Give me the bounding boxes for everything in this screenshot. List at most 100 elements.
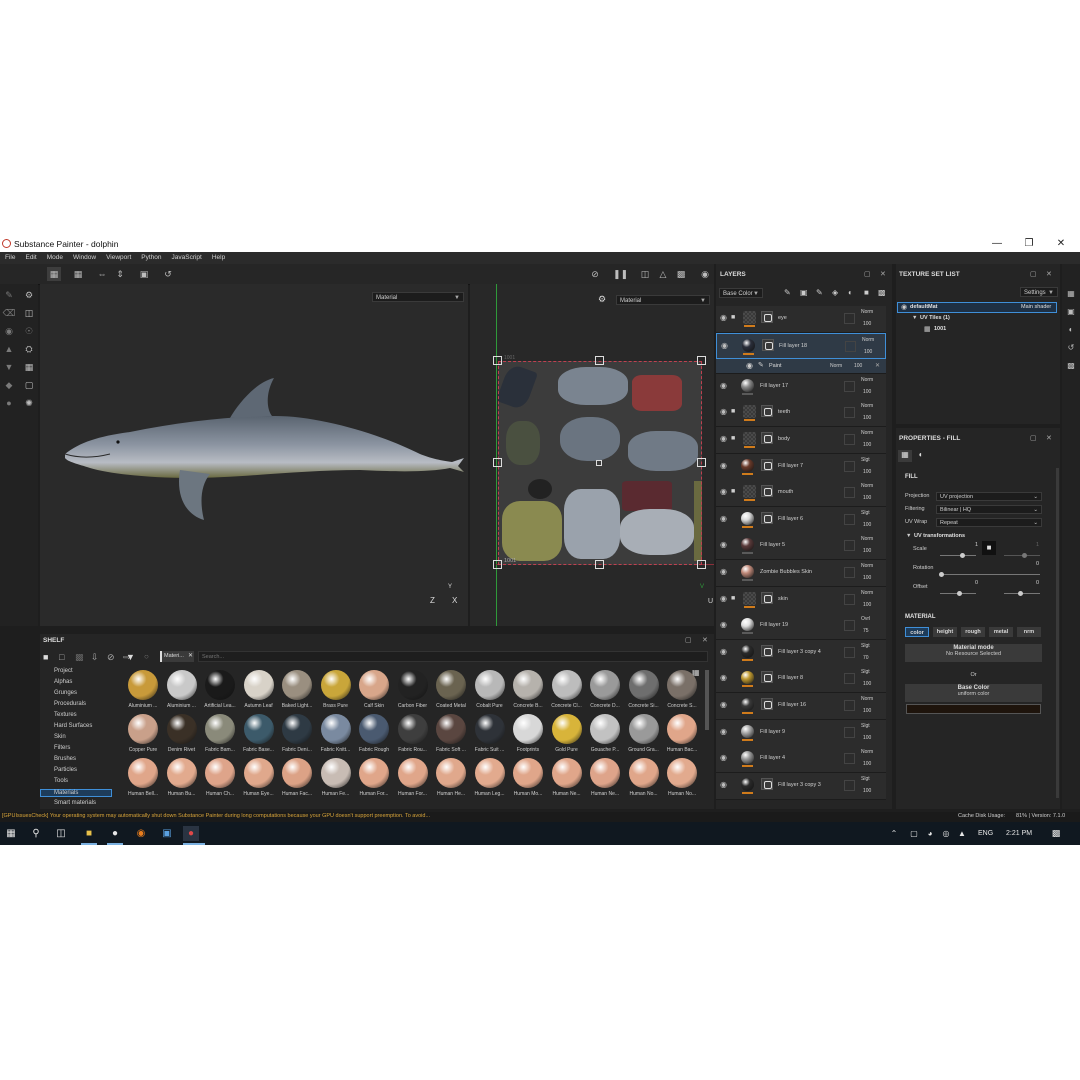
material-thumbnail[interactable]: Fabric Knitt...	[317, 714, 355, 758]
file-explorer-icon[interactable]: ■	[81, 826, 97, 841]
transform-handle[interactable]	[595, 560, 604, 569]
visibility-eye-icon[interactable]: ◉	[720, 434, 727, 443]
visibility-eye-icon[interactable]: ◉	[720, 461, 727, 470]
display-settings-icon[interactable]: ◐	[1065, 324, 1077, 336]
windows-start-icon[interactable]: ▦	[3, 826, 19, 841]
folder-icon[interactable]: ■	[731, 595, 735, 602]
material-thumbnail[interactable]: Fabric Rou...	[394, 714, 432, 758]
shelf-category-item[interactable]: Particles	[54, 767, 77, 773]
transform-handle[interactable]	[493, 458, 502, 467]
shelf-category-item[interactable]: Textures	[54, 712, 77, 718]
material-thumbnail[interactable]: Artificial Lea...	[201, 670, 239, 714]
mirror-y-icon[interactable]: ⇕	[113, 267, 127, 281]
layer-opacity[interactable]: 100	[863, 442, 871, 448]
layer-select-box[interactable]	[844, 567, 855, 578]
material-thumbnail[interactable]: Human Mo...	[509, 758, 547, 802]
menu-mode[interactable]: Mode	[47, 252, 63, 264]
layer-blend-mode[interactable]: Slgt	[861, 723, 870, 729]
layer-row[interactable]: ◉ ✎ Paint Norm 100 ✕	[716, 359, 886, 375]
visibility-eye-icon[interactable]: ◉	[720, 514, 727, 523]
material-thumbnail[interactable]: Denim Rivet	[163, 714, 201, 758]
layer-blend-mode[interactable]: Norm	[861, 403, 873, 409]
search-icon[interactable]: ⚲	[28, 826, 44, 841]
shelf-category-item[interactable]: Procedurals	[54, 701, 86, 707]
material-thumbnail[interactable]: Human Bac...	[663, 714, 701, 758]
material-thumbnail[interactable]: Fabric Soft ...	[432, 714, 470, 758]
folder-icon[interactable]: ■	[43, 652, 48, 662]
material-thumbnail[interactable]: Human No...	[663, 758, 701, 802]
tray-volume-icon[interactable]: ▲	[954, 826, 970, 841]
material-thumbnail[interactable]: Human Bell...	[124, 758, 162, 802]
expand-chevron-icon[interactable]: ▼	[912, 315, 917, 321]
layer-blend-mode[interactable]: Norm	[861, 430, 873, 436]
layer-blend-mode[interactable]: Slgt	[861, 776, 870, 782]
tray-chevron-icon[interactable]: ⌃	[886, 826, 902, 841]
material-thumbnail[interactable]: Aluminium ...	[163, 670, 201, 714]
scale-slider-a[interactable]	[940, 555, 976, 556]
viewport3d-channel-select[interactable]: Material ▼	[372, 292, 464, 302]
material-thumbnail[interactable]: Human For...	[394, 758, 432, 802]
visibility-eye-icon[interactable]: ◉	[721, 341, 728, 350]
layer-row[interactable]: ◉ Fill layer 7 Slgt 100	[716, 453, 886, 481]
undock-icon[interactable]: ▢	[1030, 434, 1037, 442]
layer-opacity[interactable]: 100	[863, 548, 871, 554]
remove-effect-icon[interactable]: ✕	[875, 362, 880, 369]
material-thumbnail[interactable]: Human No...	[625, 758, 663, 802]
visibility-eye-icon[interactable]: ◉	[720, 727, 727, 736]
layer-mask-thumbnail[interactable]	[761, 405, 773, 418]
minimize-icon[interactable]: —	[988, 237, 1006, 251]
rotation-knob[interactable]	[939, 572, 944, 577]
layout-single-icon[interactable]: ▦	[47, 267, 61, 281]
layer-blend-mode[interactable]: Slgt	[861, 510, 870, 516]
camera-icon[interactable]: ▩	[674, 267, 688, 281]
channel-metal-chip[interactable]: metal	[989, 627, 1013, 637]
layer-mask-thumbnail[interactable]	[761, 432, 773, 444]
layer-blend-mode[interactable]: Slgt	[861, 669, 870, 675]
menu-javascript[interactable]: JavaScript	[172, 252, 202, 264]
visibility-eye-icon[interactable]: ◉	[720, 780, 727, 789]
layer-select-box[interactable]	[844, 380, 855, 392]
layer-row[interactable]: ◉ Fill layer 16 Norm 100	[716, 693, 886, 720]
material-thumbnail[interactable]: Gouache P...	[586, 714, 624, 758]
viewport2d-channel-select[interactable]: Material ▼	[616, 295, 710, 305]
layer-select-box[interactable]	[844, 407, 855, 419]
close-panel-icon[interactable]: ✕	[702, 636, 708, 644]
menu-window[interactable]: Window	[73, 252, 96, 264]
layer-row[interactable]: ◉ ■ mouth Norm 100	[716, 480, 886, 508]
texture-set-list-icon[interactable]: ▦	[1065, 288, 1077, 300]
blender-icon[interactable]: ◉	[133, 826, 149, 841]
layer-select-box[interactable]	[844, 460, 855, 472]
delete-layer-icon[interactable]: ▩	[878, 288, 886, 297]
shelf-search-input[interactable]	[198, 651, 708, 662]
visibility-eye-icon[interactable]: ◉	[720, 700, 727, 709]
add-fill-layer-icon[interactable]: ◈	[832, 288, 838, 297]
transform-handle[interactable]	[493, 356, 502, 365]
layer-blend-mode[interactable]: Slgt	[861, 457, 870, 463]
layer-blend-mode[interactable]: Norm	[861, 749, 873, 755]
channel-nrm-chip[interactable]: nrm	[1017, 627, 1041, 637]
shader-icon[interactable]: ◫	[22, 306, 36, 320]
lock-icon[interactable]: ■	[982, 541, 996, 555]
layer-row[interactable]: ◉ Fill layer 19 Ovrl 75	[716, 613, 886, 641]
hide-icon[interactable]: ⊘	[107, 652, 115, 663]
material-thumbnail[interactable]: Fabric Suit ...	[471, 714, 509, 758]
layer-row[interactable]: ◉ Zombie Bubbles Skin Norm 100	[716, 560, 886, 587]
effects-icon[interactable]: ✎	[784, 288, 791, 297]
cube-view-icon[interactable]: △	[656, 267, 670, 281]
layer-mask-thumbnail[interactable]	[761, 511, 773, 524]
layer-blend-mode[interactable]: Norm	[861, 483, 873, 489]
funnel-filter-icon[interactable]: ▼	[126, 652, 135, 662]
viewport-hide-icon[interactable]: ⊘	[588, 267, 602, 281]
layer-row[interactable]: ◉ ■ eye Norm 100	[716, 306, 886, 333]
shelf-category-item[interactable]: Smart materials	[54, 800, 96, 806]
filter-tag[interactable]: Materi... ✕	[160, 651, 194, 662]
material-thumbnail[interactable]: Concrete B...	[509, 670, 547, 714]
tray-network-icon[interactable]: ◕	[922, 826, 938, 841]
transform-handle[interactable]	[697, 356, 706, 365]
shelf-category-item[interactable]: Tools	[54, 778, 68, 784]
undock-icon[interactable]: ▢	[1030, 270, 1037, 278]
history-icon[interactable]: ↺	[161, 267, 175, 281]
viewport-settings-icon[interactable]: ⚙	[598, 294, 606, 305]
pause-icon[interactable]: ❚❚	[613, 267, 628, 281]
material-thumbnail[interactable]: Coated Metal	[432, 670, 470, 714]
